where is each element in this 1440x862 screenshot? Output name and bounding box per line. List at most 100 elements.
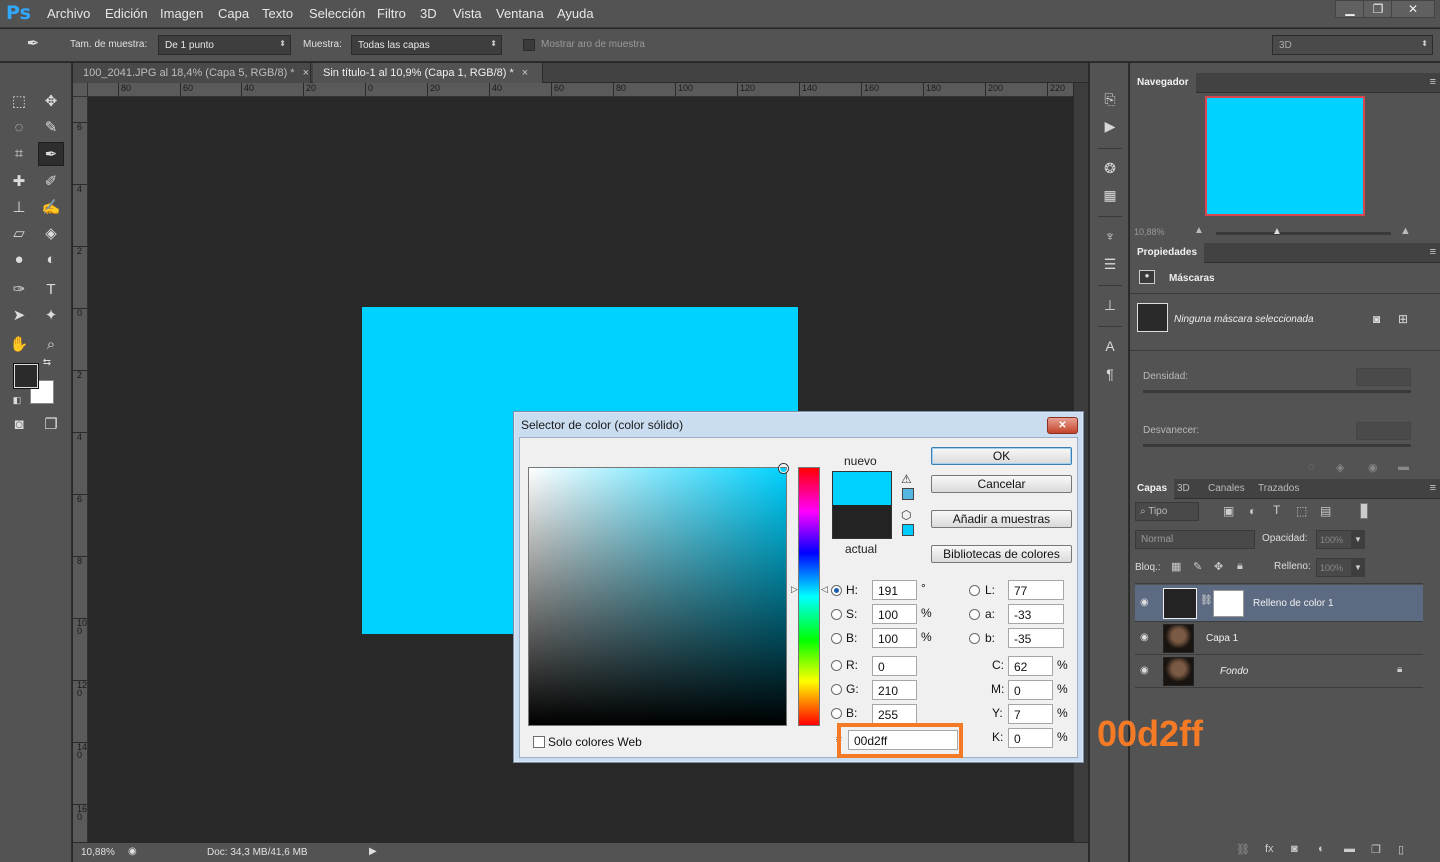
menu-edicion[interactable]: Edición: [105, 6, 148, 21]
navigator-thumbnail[interactable]: [1205, 96, 1365, 216]
zoom-tool-icon[interactable]: ⌕: [38, 333, 64, 357]
tab-navigator[interactable]: Navegador: [1130, 73, 1196, 93]
lab-l-input[interactable]: 77: [1008, 580, 1064, 600]
sample-select[interactable]: Todas las capas ⬍: [351, 35, 502, 55]
new-adjustment-icon[interactable]: ◐: [1318, 843, 1325, 855]
history-brush-tool-icon[interactable]: ✍: [38, 196, 64, 220]
eraser-tool-icon[interactable]: ▱: [6, 222, 32, 246]
feather-slider[interactable]: [1143, 444, 1411, 447]
menu-vista[interactable]: Vista: [453, 6, 482, 21]
yellow-input[interactable]: 7: [1008, 704, 1053, 724]
green-radio[interactable]: [831, 684, 842, 695]
swap-colors-icon[interactable]: ⇆: [40, 356, 54, 370]
new-group-icon[interactable]: ▬: [1344, 843, 1355, 855]
tab-paths[interactable]: Trazados: [1251, 479, 1306, 499]
brightness-input[interactable]: 100: [872, 628, 917, 648]
zoom-in-icon[interactable]: ▲: [1400, 225, 1411, 237]
show-ring-checkbox[interactable]: [523, 39, 535, 51]
dodge-tool-icon[interactable]: ◐: [38, 248, 64, 272]
workspace-select[interactable]: 3D ⬍: [1272, 35, 1433, 55]
density-slider[interactable]: [1143, 390, 1411, 393]
adjustments-panel-icon[interactable]: ☰: [1099, 254, 1121, 274]
lock-pixels-icon[interactable]: ✎: [1193, 560, 1202, 573]
panel-menu-icon[interactable]: ≡: [1430, 76, 1436, 88]
menu-capa[interactable]: Capa: [218, 6, 249, 21]
web-colors-checkbox[interactable]: [533, 736, 545, 748]
lock-all-icon[interactable]: 🔒︎: [1237, 560, 1243, 573]
menu-ventana[interactable]: Ventana: [496, 6, 544, 21]
menu-3d[interactable]: 3D: [420, 6, 437, 21]
menu-imagen[interactable]: Imagen: [160, 6, 203, 21]
web-safe-swatch[interactable]: [902, 524, 914, 536]
blue-radio[interactable]: [831, 708, 842, 719]
add-pixel-mask-icon[interactable]: ◙: [1373, 312, 1380, 326]
chain-icon[interactable]: ⛓: [1200, 595, 1213, 606]
blur-tool-icon[interactable]: ●: [6, 248, 32, 272]
saturation-radio[interactable]: [831, 609, 842, 620]
lab-a-radio[interactable]: [969, 609, 980, 620]
lock-position-icon[interactable]: ✥: [1214, 560, 1223, 573]
lock-transparency-icon[interactable]: ▦: [1171, 560, 1181, 573]
red-input[interactable]: 0: [872, 656, 917, 676]
navigator-zoom[interactable]: 10,88%: [1134, 227, 1165, 237]
default-colors-icon[interactable]: ◧: [10, 393, 24, 407]
panel-menu-icon[interactable]: ≡: [1430, 246, 1436, 258]
layer-filter-select[interactable]: ⌕ Tipo: [1135, 502, 1199, 521]
minimize-button[interactable]: ▁: [1335, 0, 1365, 18]
layer-row-relleno[interactable]: ◉ ⛓ Relleno de color 1: [1135, 585, 1423, 622]
layer-row-fondo[interactable]: ◉ Fondo 🔒︎: [1135, 655, 1423, 688]
saturation-brightness-field[interactable]: [528, 464, 788, 726]
eyedropper-preset-icon[interactable]: ✒: [20, 32, 46, 56]
hue-radio[interactable]: [831, 585, 842, 596]
swatches-panel-icon[interactable]: ▦: [1099, 185, 1121, 205]
marquee-tool-icon[interactable]: ⬚: [6, 90, 32, 114]
gamut-swatch[interactable]: [902, 488, 914, 500]
crop-tool-icon[interactable]: ⌗: [6, 142, 32, 166]
density-field[interactable]: [1356, 368, 1411, 386]
brush-presets-icon[interactable]: ♆: [1099, 226, 1121, 246]
clone-stamp-tool-icon[interactable]: ⊥: [6, 196, 32, 220]
chevron-down-icon[interactable]: ▼: [1351, 530, 1365, 549]
screen-mode-icon[interactable]: ❐: [38, 413, 64, 437]
type-tool-icon[interactable]: T: [38, 278, 64, 302]
panel-menu-icon[interactable]: ≡: [1430, 482, 1436, 494]
color-panel-icon[interactable]: ❂: [1099, 158, 1121, 178]
sample-size-select[interactable]: De 1 punto ⬍: [158, 35, 291, 55]
blend-mode-select[interactable]: Normal: [1135, 530, 1255, 549]
hue-slider[interactable]: [798, 467, 820, 726]
lasso-tool-icon[interactable]: ◌: [6, 116, 32, 140]
menu-seleccion[interactable]: Selección: [309, 6, 365, 21]
tab-properties[interactable]: Propiedades: [1130, 243, 1205, 263]
gamut-warning-icon[interactable]: ⚠: [901, 472, 912, 486]
cyan-input[interactable]: 62: [1008, 656, 1053, 676]
tab-layers[interactable]: Capas: [1130, 479, 1175, 499]
new-layer-icon[interactable]: ❐: [1371, 843, 1381, 856]
hand-tool-icon[interactable]: ✋: [6, 333, 32, 357]
character-panel-icon[interactable]: A: [1099, 336, 1121, 356]
filter-adjustment-icon[interactable]: ◐: [1249, 504, 1256, 518]
add-vector-mask-icon[interactable]: ⊞: [1398, 312, 1408, 326]
status-share-icon[interactable]: ◉: [128, 846, 137, 857]
menu-filtro[interactable]: Filtro: [377, 6, 406, 21]
restore-button[interactable]: ❐: [1363, 0, 1393, 18]
eye-icon[interactable]: ◉: [1140, 597, 1154, 609]
history-panel-icon[interactable]: ⎘: [1099, 89, 1121, 109]
paint-bucket-tool-icon[interactable]: ◈: [38, 222, 64, 246]
hue-arrow-left-icon[interactable]: ▷: [791, 584, 798, 595]
tab-sin-titulo-1[interactable]: Sin título-1 al 10,9% (Capa 1, RGB/8) * ×: [313, 63, 543, 83]
eye-icon[interactable]: ◉: [1140, 632, 1154, 644]
brush-tool-icon[interactable]: ✐: [38, 170, 64, 194]
color-libraries-button[interactable]: Bibliotecas de colores: [931, 545, 1072, 563]
paragraph-panel-icon[interactable]: ¶: [1099, 364, 1121, 384]
tab-3d[interactable]: 3D: [1170, 479, 1197, 499]
fx-icon[interactable]: fx: [1265, 843, 1274, 855]
saturation-input[interactable]: 100: [872, 604, 917, 624]
green-input[interactable]: 210: [872, 680, 917, 700]
apply-mask-icon[interactable]: ◈: [1336, 461, 1344, 474]
delete-layer-icon[interactable]: ▯: [1398, 843, 1404, 856]
trash-icon[interactable]: ▬: [1398, 461, 1409, 473]
lab-l-radio[interactable]: [969, 585, 980, 596]
visibility-icon[interactable]: ◉: [1368, 461, 1378, 474]
filter-toggle-icon[interactable]: [1360, 503, 1368, 519]
pen-tool-icon[interactable]: ✑: [6, 278, 32, 302]
